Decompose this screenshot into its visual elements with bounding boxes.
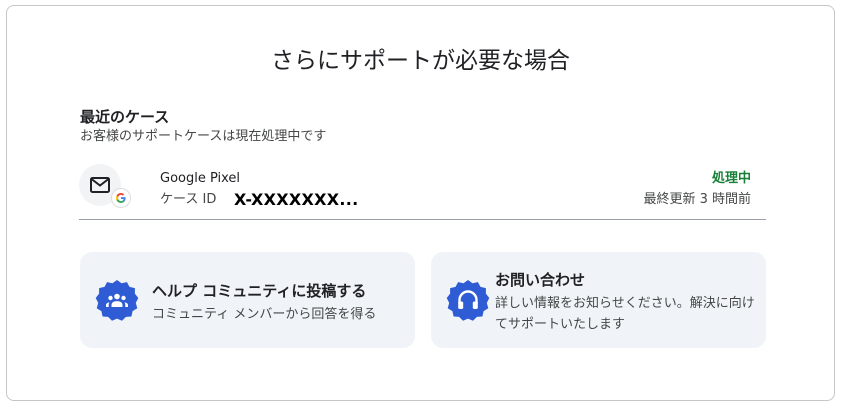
case-product: Google Pixel [160,171,241,186]
case-avatar [79,164,131,208]
case-status-badge: 処理中 [711,171,751,186]
recent-cases-subtitle: お客様のサポートケースは現在処理中です [80,129,327,144]
post-community-description: コミュニティ メンバーから回答を得る [152,307,377,322]
case-row[interactable]: Google Pixel ケース ID X-XXXXXXX... 処理中 最終更… [79,161,766,221]
contact-us-description: 詳しい情報をお知らせください。解決に向けてサポートいたします [495,296,755,332]
case-id-value: X-XXXXXXX... [234,190,359,209]
case-id-label: ケース ID [160,192,217,207]
recent-cases-heading: 最近のケース [80,108,170,126]
google-g-icon [111,188,131,208]
community-icon [95,280,139,321]
post-community-title: ヘルプ コミュニティに投稿する [152,282,367,300]
support-card: さらにサポートが必要な場合 最近のケース お客様のサポートケースは現在処理中です… [6,5,835,401]
page-title: さらにサポートが必要な場合 [271,48,570,74]
contact-us-title: お問い合わせ [495,271,586,289]
divider [79,219,766,220]
post-community-button[interactable]: ヘルプ コミュニティに投稿する コミュニティ メンバーから回答を得る [80,252,415,348]
contact-us-button[interactable]: お問い合わせ 詳しい情報をお知らせください。解決に向けてサポートいたします [431,252,766,348]
headset-icon [446,280,490,321]
case-last-updated: 最終更新 3 時間前 [643,192,751,207]
mail-icon [90,177,110,193]
